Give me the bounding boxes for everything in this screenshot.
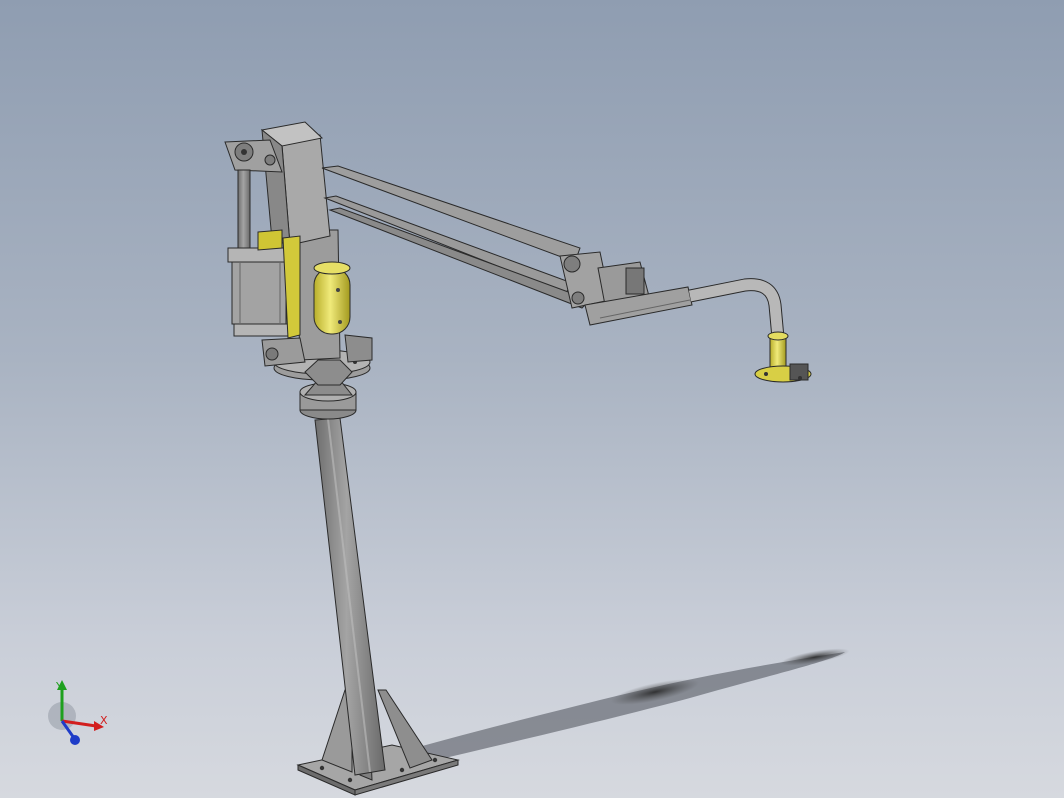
air-tank[interactable] bbox=[313, 261, 351, 335]
cad-viewport[interactable]: Y X bbox=[0, 0, 1064, 798]
x-axis-label: X bbox=[100, 714, 108, 727]
upper-arm[interactable] bbox=[321, 165, 591, 309]
loading-coupler[interactable] bbox=[754, 331, 812, 383]
y-axis-label: Y bbox=[55, 680, 63, 693]
piston-rod[interactable] bbox=[237, 169, 251, 251]
coordinate-triad: Y X bbox=[48, 680, 108, 745]
swing-pipe[interactable] bbox=[688, 278, 785, 339]
z-axis-arrowhead bbox=[70, 735, 80, 745]
pneumatic-cylinder[interactable] bbox=[227, 247, 289, 337]
column-flange[interactable] bbox=[299, 379, 357, 420]
main-column[interactable] bbox=[314, 417, 386, 776]
cad-model-scene[interactable] bbox=[0, 0, 1064, 798]
